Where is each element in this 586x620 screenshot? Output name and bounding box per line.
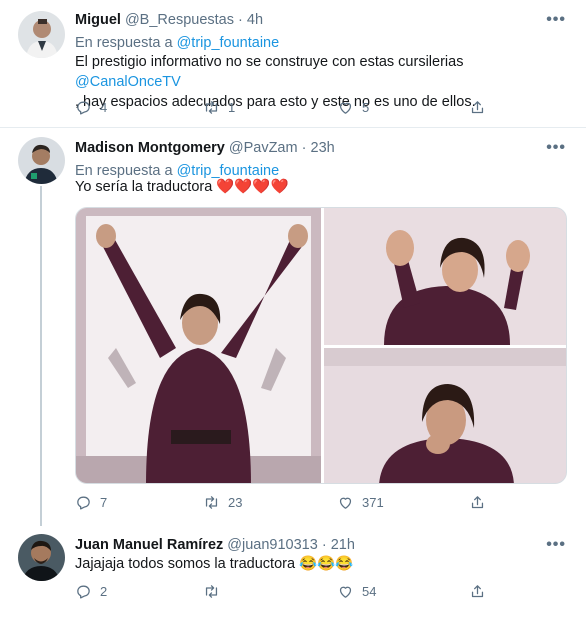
thread-line: [40, 186, 42, 526]
reply-button[interactable]: 4: [75, 99, 107, 116]
like-button[interactable]: 54: [337, 583, 376, 600]
timestamp[interactable]: 4h: [247, 12, 263, 28]
user-handle[interactable]: @juan910313: [227, 537, 318, 553]
tweet-miguel[interactable]: Miguel @B_Respuestas · 4h ••• En respues…: [0, 0, 586, 127]
like-icon: [339, 586, 352, 598]
reply-icon: [77, 585, 90, 599]
media-grid[interactable]: [75, 207, 567, 484]
display-name[interactable]: Madison Montgomery: [75, 140, 225, 156]
laughing-emojis: 😂😂😂: [299, 556, 354, 572]
like-count: 54: [362, 584, 377, 599]
media-image-bottom-right[interactable]: [324, 348, 566, 483]
share-button[interactable]: [469, 583, 486, 600]
like-count: 371: [362, 495, 384, 510]
avatar[interactable]: [18, 11, 65, 58]
share-button[interactable]: [469, 494, 486, 511]
reply-to-mention[interactable]: @trip_fountaine: [177, 35, 280, 51]
retweet-count: 23: [228, 495, 243, 510]
tweet-header: Madison Montgomery @PavZam · 23h: [75, 140, 335, 156]
share-icon: [471, 585, 484, 598]
retweet-icon: [205, 585, 218, 598]
tweet-header: Juan Manuel Ramírez @juan910313 · 21h: [75, 537, 355, 553]
retweet-button[interactable]: [203, 583, 228, 600]
media-image-left[interactable]: [76, 208, 321, 483]
like-button[interactable]: 371: [337, 494, 384, 511]
timestamp[interactable]: 21h: [331, 537, 355, 553]
separator-dot: ·: [238, 12, 243, 28]
retweet-button[interactable]: 1: [203, 99, 235, 116]
more-icon[interactable]: •••: [546, 139, 566, 157]
like-count: 5: [362, 100, 370, 115]
reply-prefix: En respuesta a: [75, 35, 173, 51]
reply-icon: [77, 101, 90, 115]
tweet-text-part: Jajajaja todos somos la traductora: [75, 556, 296, 572]
media-image-top-right[interactable]: [324, 208, 566, 345]
reply-button[interactable]: 7: [75, 494, 107, 511]
more-icon[interactable]: •••: [546, 536, 566, 554]
tweet-actions: 7 23 371: [75, 494, 495, 514]
timestamp[interactable]: 23h: [311, 140, 335, 156]
share-icon: [471, 496, 484, 509]
mention-link[interactable]: @CanalOnceTV: [75, 74, 181, 90]
tweet-text-part: El prestigio informativo no se construye…: [75, 54, 464, 70]
like-icon: [339, 497, 352, 509]
reply-button[interactable]: 2: [75, 583, 107, 600]
user-handle[interactable]: @B_Respuestas: [125, 12, 234, 28]
display-name[interactable]: Miguel: [75, 12, 121, 28]
avatar[interactable]: [18, 534, 65, 581]
tweet-text: Jajajaja todos somos la traductora 😂😂😂: [75, 554, 570, 574]
reply-icon: [77, 496, 90, 510]
retweet-icon: [205, 496, 218, 509]
retweet-icon: [205, 101, 218, 114]
retweet-count: 1: [228, 100, 236, 115]
share-icon: [471, 101, 484, 114]
reply-count: 7: [100, 495, 108, 510]
retweet-button[interactable]: 23: [203, 494, 242, 511]
reply-context: En respuesta a @trip_fountaine: [75, 35, 279, 51]
heart-emojis: ❤️❤️❤️❤️: [216, 179, 289, 195]
tweet-text: Yo sería la traductora ❤️❤️❤️❤️: [75, 177, 570, 197]
separator-dot: ·: [321, 537, 327, 553]
tweet-actions: 4 1 5: [75, 99, 495, 119]
more-icon[interactable]: •••: [546, 11, 566, 29]
reply-count: 4: [100, 100, 108, 115]
tweet-juan[interactable]: Juan Manuel Ramírez @juan910313 · 21h ••…: [0, 526, 586, 620]
user-handle[interactable]: @PavZam: [229, 140, 298, 156]
share-button[interactable]: [469, 99, 486, 116]
like-icon: [339, 102, 352, 114]
tweet-actions: 2 54: [75, 583, 495, 603]
reply-count: 2: [100, 584, 108, 599]
tweet-header: Miguel @B_Respuestas · 4h: [75, 12, 263, 28]
avatar[interactable]: [18, 137, 65, 184]
like-button[interactable]: 5: [337, 99, 369, 116]
display-name[interactable]: Juan Manuel Ramírez: [75, 537, 223, 553]
tweet-text-part: Yo sería la traductora: [75, 179, 213, 195]
separator-dot: ·: [301, 140, 307, 156]
